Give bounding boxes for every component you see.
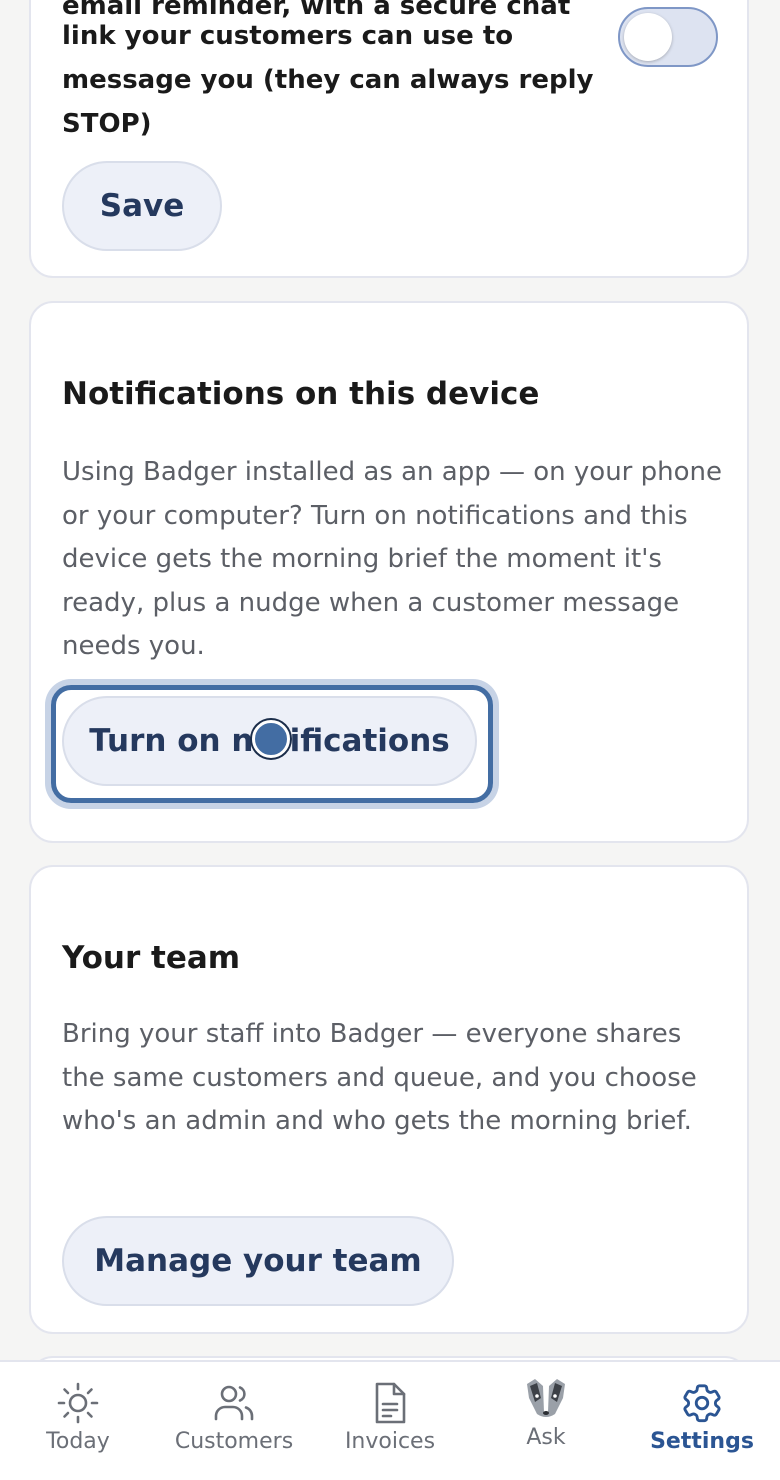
badger-icon bbox=[527, 1379, 565, 1417]
save-button[interactable]: Save bbox=[62, 161, 222, 251]
toggle-knob bbox=[624, 13, 672, 61]
tab-customers-label: Customers bbox=[174, 1429, 294, 1454]
reminder-text-line-3: message you (they can always reply bbox=[62, 65, 594, 95]
tab-invoices-label: Invoices bbox=[344, 1429, 436, 1454]
team-description: Bring your staff into Badger — everyone … bbox=[62, 1019, 697, 1136]
bottom-tab-bar: Today Customers Invoices Ask Settings bbox=[0, 1360, 780, 1480]
notifications-title: Notifications on this device bbox=[62, 376, 540, 412]
users-icon bbox=[214, 1385, 254, 1421]
team-card: Your team Bring your staff into Badger —… bbox=[29, 865, 749, 1334]
reminder-text-line-4: STOP) bbox=[62, 109, 152, 139]
notifications-card: Notifications on this device Using Badge… bbox=[29, 301, 749, 843]
tab-today-label: Today bbox=[46, 1429, 110, 1454]
reminders-card: email reminder, with a secure chat link … bbox=[29, 0, 749, 278]
team-title: Your team bbox=[62, 940, 241, 976]
notifications-description: Using Badger installed as an app — on yo… bbox=[62, 457, 722, 661]
tab-ask-label: Ask bbox=[526, 1425, 566, 1450]
tab-settings[interactable]: Settings bbox=[624, 1362, 780, 1480]
manage-team-button[interactable]: Manage your team bbox=[62, 1216, 454, 1306]
reminder-toggle[interactable] bbox=[618, 7, 718, 67]
tab-settings-label: Settings bbox=[650, 1429, 754, 1454]
tab-ask[interactable]: Ask bbox=[468, 1362, 624, 1480]
tab-invoices[interactable]: Invoices bbox=[312, 1362, 468, 1480]
touch-cursor-indicator bbox=[252, 720, 290, 758]
reminder-text-line-2: link your customers can use to bbox=[62, 21, 514, 51]
tab-customers[interactable]: Customers bbox=[156, 1362, 312, 1480]
sun-icon bbox=[57, 1382, 99, 1424]
document-icon bbox=[375, 1382, 406, 1424]
gear-icon bbox=[683, 1384, 721, 1423]
tab-today[interactable]: Today bbox=[0, 1362, 156, 1480]
